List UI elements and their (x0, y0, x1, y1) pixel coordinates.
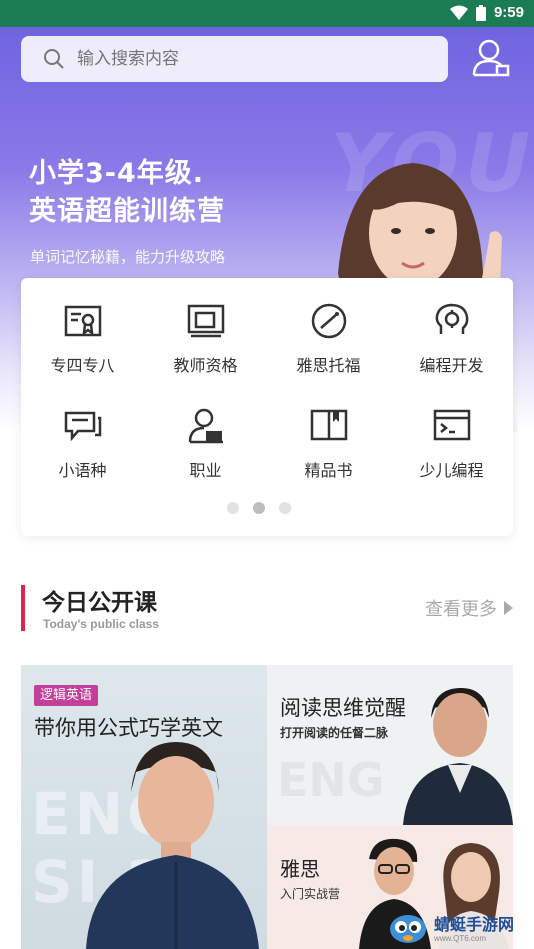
course-subtitle: 入门实战营 (280, 887, 341, 901)
search-input[interactable] (77, 49, 407, 69)
terminal-icon (433, 409, 471, 441)
brain-icon (435, 303, 469, 334)
page-dot-3[interactable] (279, 502, 291, 514)
category-label: 编程开发 (419, 356, 484, 375)
view-more-label: 查看更多 (425, 599, 497, 620)
course-subtitle: 打开阅读的任督二脉 (280, 726, 389, 740)
certificate-icon (64, 305, 102, 337)
category-label: 专四专八 (50, 356, 115, 375)
user-icon (472, 39, 510, 77)
hero-title: 小学3-4年级. 英语超能训练营 (29, 155, 225, 231)
clock: 9:59 (493, 4, 524, 21)
section-accent-bar (21, 585, 25, 631)
section-subtitle: Today's public class (43, 617, 160, 631)
course-title: 雅思 (280, 857, 320, 881)
teacher-photo (403, 688, 513, 825)
category-item-少儿编程[interactable]: 少儿编程 (390, 383, 513, 483)
category-label: 小语种 (58, 461, 107, 480)
category-label: 精品书 (304, 461, 353, 480)
chat-icon (64, 411, 102, 442)
dragonfly-logo-icon (390, 915, 426, 943)
compass-icon (311, 303, 347, 339)
teacher-photo (86, 742, 259, 949)
chevron-right-icon (504, 601, 513, 615)
tablet-icon (187, 304, 225, 338)
category-label: 雅思托福 (296, 356, 361, 375)
site-watermark: 蜻蜓手游网 www.QT6.com (386, 912, 532, 946)
category-item-编程开发[interactable]: 编程开发 (390, 278, 513, 378)
search-icon (44, 49, 64, 69)
course-card-reading[interactable]: ENG 阅读思维觉醒 打开阅读的任督二脉 (267, 665, 513, 825)
watermark-url: www.QT6.com (434, 933, 487, 943)
course-card-logic-english[interactable]: ENG SI 20 逻辑英语 带你用公式巧学英文 (21, 665, 267, 949)
hero-title-line1: 小学3-4年级. (29, 158, 205, 189)
course-title: 阅读思维觉醒 (280, 696, 406, 720)
category-label: 教师资格 (173, 356, 238, 375)
category-item-精品书[interactable]: 精品书 (267, 383, 390, 483)
section-title: 今日公开课 (42, 590, 157, 616)
category-item-教师资格[interactable]: 教师资格 (144, 278, 267, 378)
book-icon (310, 409, 348, 441)
hero-title-line2: 英语超能训练营 (29, 196, 225, 227)
course-bg-text: ENG (277, 753, 385, 807)
category-label: 职业 (189, 461, 222, 480)
section-header: 今日公开课 Today's public class 查看更多 (21, 583, 513, 633)
category-item-专四专八[interactable]: 专四专八 (21, 278, 144, 378)
category-item-雅思托福[interactable]: 雅思托福 (267, 278, 390, 378)
view-more-link[interactable]: 查看更多 (425, 595, 513, 621)
person-laptop-icon (188, 408, 223, 444)
page-indicator (227, 502, 291, 514)
hero-subtitle: 单词记忆秘籍，能力升级攻略 (30, 248, 226, 266)
category-label: 少儿编程 (419, 461, 484, 480)
search-bar[interactable] (21, 36, 448, 82)
status-bar: 9:59 (0, 0, 534, 27)
page-dot-1[interactable] (227, 502, 239, 514)
page-dot-2[interactable] (253, 502, 265, 514)
wifi-icon (449, 5, 468, 20)
watermark-name: 蜻蜓手游网 (434, 914, 515, 934)
course-tag: 逻辑英语 (34, 685, 99, 706)
category-item-职业[interactable]: 职业 (144, 383, 267, 483)
category-item-小语种[interactable]: 小语种 (21, 383, 144, 483)
category-card: 专四专八 教师资格 雅思托福 编程开发 小语种 职业 精品书 少儿编程 (21, 278, 513, 536)
battery-icon (475, 4, 486, 21)
user-profile-button[interactable] (470, 37, 512, 79)
course-banner: ENG SI 20 逻辑英语 带你用公式巧学英文 ENG 阅读思维觉醒 打开阅读… (21, 665, 513, 949)
